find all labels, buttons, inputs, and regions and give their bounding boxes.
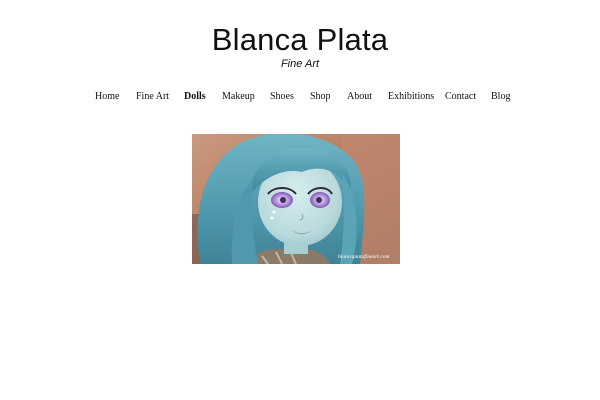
doll-photo[interactable]: blancaplatafineart.com: [192, 134, 400, 264]
photo-watermark: blancaplatafineart.com: [338, 253, 390, 260]
nav-item-dolls[interactable]: Dolls: [184, 91, 206, 103]
nav-item-about[interactable]: About: [347, 91, 372, 103]
page: Blanca Plata Fine Art Home Fine Art Doll…: [0, 0, 600, 400]
nav-item-exhibitions[interactable]: Exhibitions: [388, 91, 434, 103]
nav-item-makeup[interactable]: Makeup: [222, 91, 255, 103]
nav-item-home[interactable]: Home: [95, 91, 119, 103]
main-nav: Home Fine Art Dolls Makeup Shoes Shop Ab…: [0, 91, 600, 105]
nav-item-blog[interactable]: Blog: [491, 91, 510, 103]
nav-item-contact[interactable]: Contact: [445, 91, 476, 103]
nav-item-shoes[interactable]: Shoes: [270, 91, 294, 103]
doll-portrait-image: blancaplatafineart.com: [192, 134, 400, 264]
site-title[interactable]: Blanca Plata: [0, 22, 600, 58]
nav-item-fine-art[interactable]: Fine Art: [136, 91, 169, 103]
site-subtitle: Fine Art: [280, 58, 320, 70]
nav-item-shop[interactable]: Shop: [310, 91, 331, 103]
